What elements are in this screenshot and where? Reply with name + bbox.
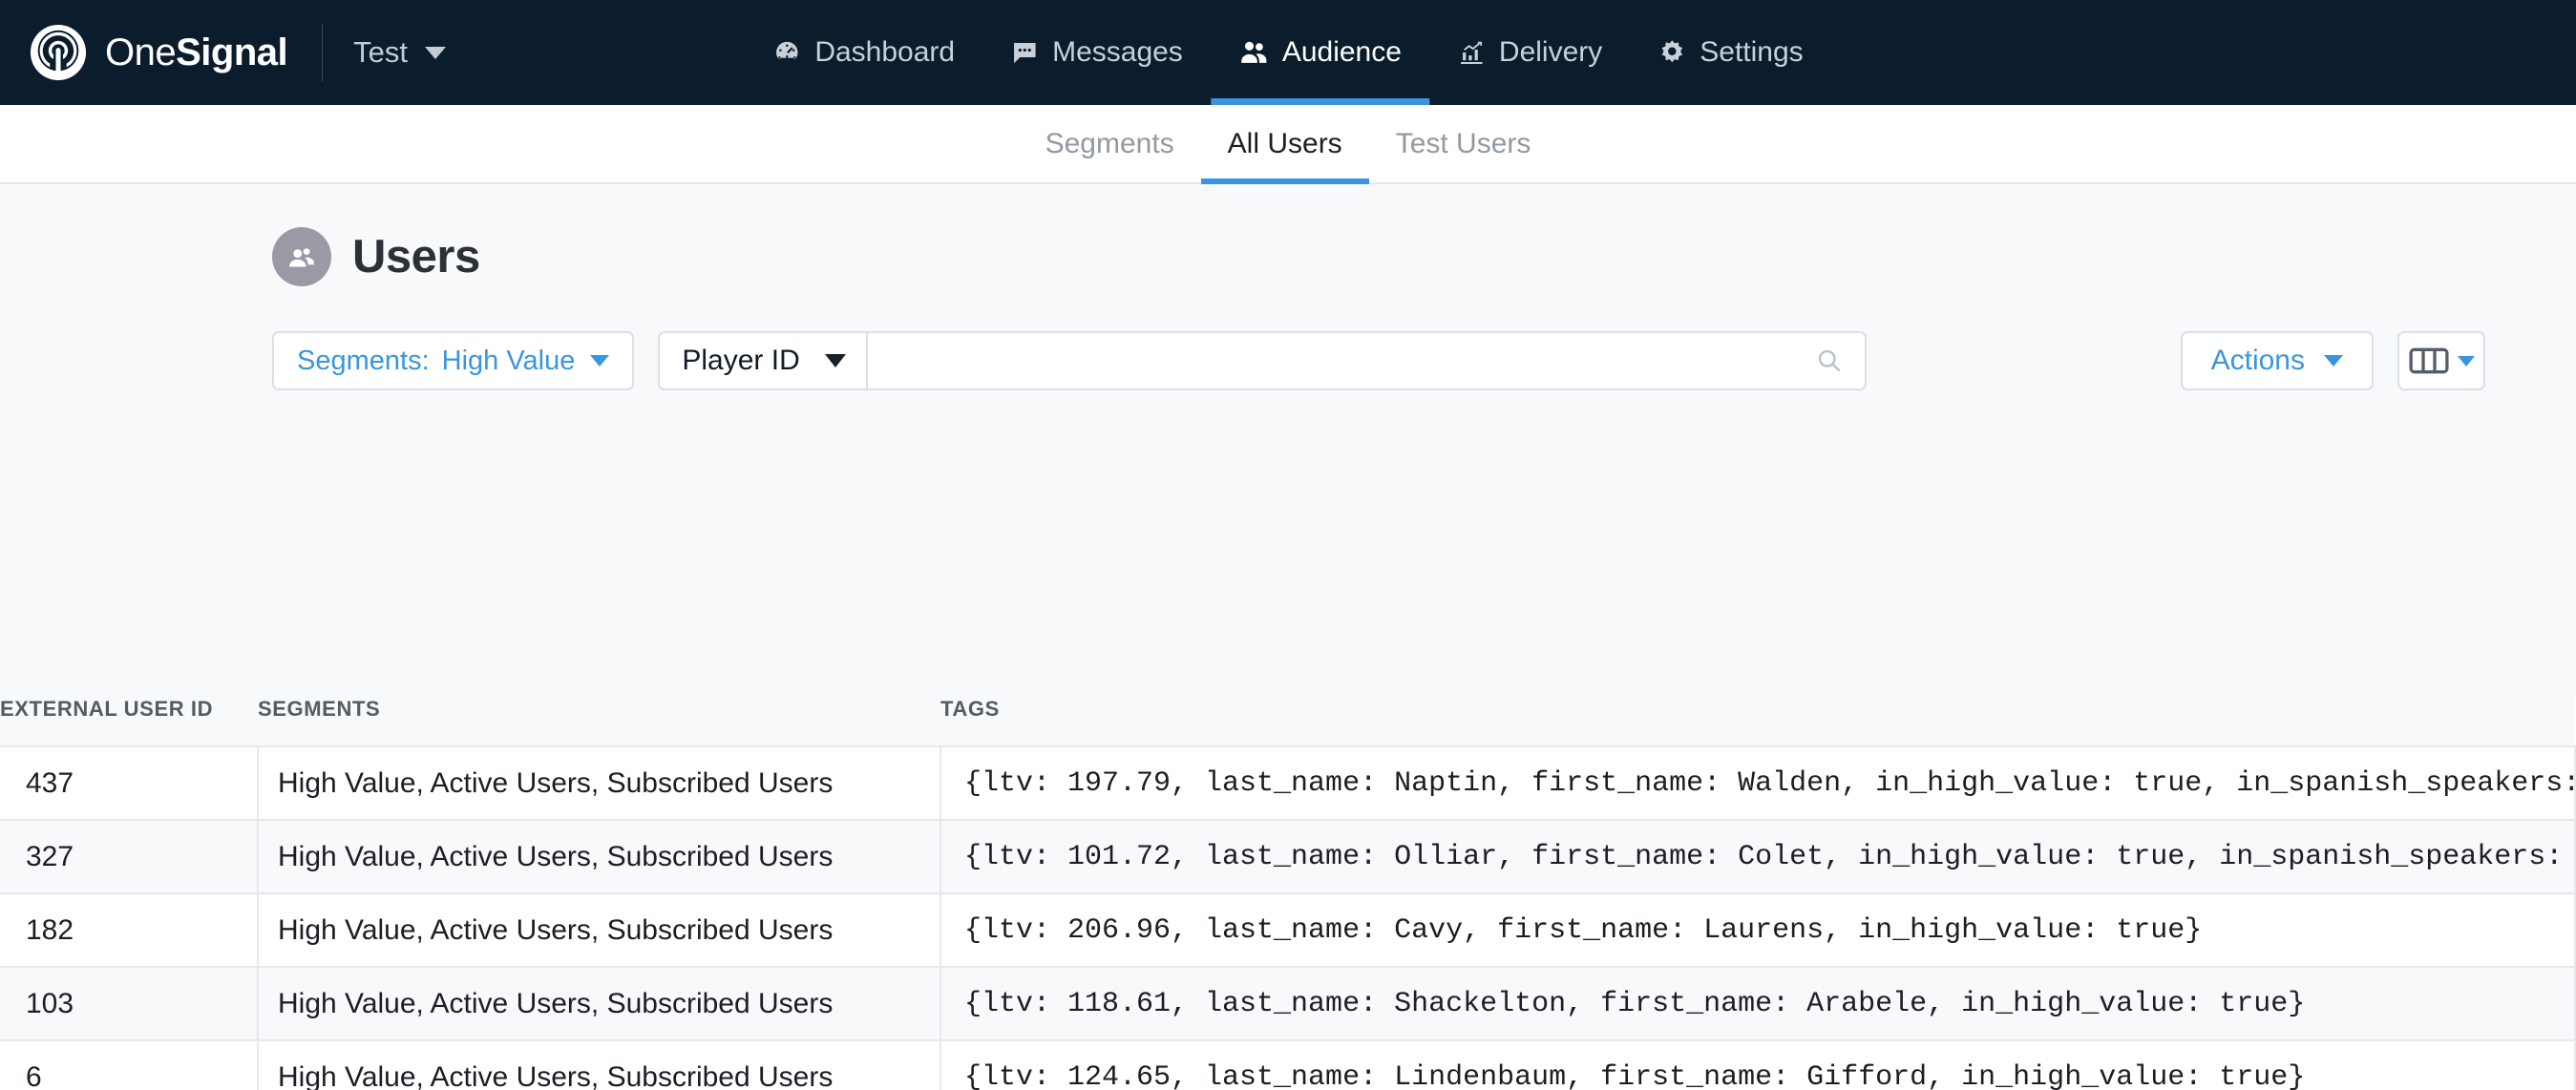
top-navigation-bar: OneSignal Test Dashboard Messages Audien… (0, 0, 2576, 105)
chart-up-icon (1457, 38, 1486, 67)
sub-tab-bar: Segments All Users Test Users (0, 105, 2576, 184)
search-field-select-value: Player ID (682, 345, 800, 376)
tab-segments[interactable]: Segments (1019, 105, 1201, 182)
nav-item-label: Delivery (1498, 36, 1603, 68)
users-table: EXTERNAL USER ID SEGMENTS TAGS 437 High … (0, 697, 2576, 1090)
brand-name-part2: Signal (176, 31, 288, 73)
main-content: Users Segments: High Value Player ID Act… (0, 184, 2576, 697)
gear-icon (1658, 38, 1686, 67)
search-field-select[interactable]: Player ID (658, 331, 866, 390)
users-toolbar: Segments: High Value Player ID Actions (0, 286, 2576, 390)
nav-item-settings[interactable]: Settings (1630, 0, 1830, 105)
cell-external-user-id: 6 (0, 1039, 259, 1090)
cell-tags: {ltv: 118.61, last_name: Shackelton, fir… (940, 966, 2576, 1040)
nav-item-dashboard[interactable]: Dashboard (745, 0, 982, 105)
nav-item-label: Audience (1281, 36, 1402, 68)
cell-tags: {ltv: 101.72, last_name: Olliar, first_n… (940, 819, 2576, 893)
nav-item-delivery[interactable]: Delivery (1429, 0, 1630, 105)
nav-item-messages[interactable]: Messages (982, 0, 1211, 105)
toolbar-right-group: Actions (2180, 331, 2485, 390)
page-header: Users (0, 184, 2576, 286)
columns-icon (2408, 346, 2449, 375)
segments-filter-key: Segments: (297, 345, 430, 376)
columns-button[interactable] (2397, 331, 2485, 390)
nav-item-label: Messages (1052, 36, 1183, 68)
cell-external-user-id: 103 (0, 966, 259, 1040)
segments-filter-button[interactable]: Segments: High Value (272, 331, 635, 390)
cell-external-user-id: 327 (0, 819, 259, 893)
tab-label: Test Users (1395, 127, 1531, 159)
column-header-tags[interactable]: TAGS (940, 697, 2575, 746)
column-header-segments[interactable]: SEGMENTS (258, 697, 940, 746)
column-header-external-user-id[interactable]: EXTERNAL USER ID (0, 697, 258, 746)
cell-segments: High Value, Active Users, Subscribed Use… (258, 745, 941, 820)
tab-all-users[interactable]: All Users (1200, 105, 1369, 184)
table-row[interactable]: 103 High Value, Active Users, Subscribed… (0, 966, 2576, 1040)
caret-down-icon (425, 46, 446, 59)
cell-tags: {ltv: 197.79, last_name: Naptin, first_n… (940, 745, 2576, 820)
cell-tags: {ltv: 124.65, last_name: Lindenbaum, fir… (940, 1039, 2576, 1090)
tab-test-users[interactable]: Test Users (1369, 105, 1558, 182)
users-table-wrapper: EXTERNAL USER ID SEGMENTS TAGS 437 High … (0, 697, 2576, 1090)
cell-external-user-id: 437 (0, 745, 259, 820)
cell-tags: {ltv: 206.96, last_name: Cavy, first_nam… (940, 892, 2576, 967)
nav-item-label: Dashboard (814, 36, 956, 68)
onesignal-logo-icon (29, 23, 88, 82)
app-selector-label: Test (353, 35, 408, 69)
table-row[interactable]: 6 High Value, Active Users, Subscribed U… (0, 1039, 2576, 1090)
brand-divider (322, 24, 324, 81)
table-row[interactable]: 327 High Value, Active Users, Subscribed… (0, 819, 2576, 893)
nav-item-label: Settings (1700, 36, 1804, 68)
search-group: Player ID (658, 331, 1867, 390)
cell-segments: High Value, Active Users, Subscribed Use… (258, 1039, 941, 1090)
cell-segments: High Value, Active Users, Subscribed Use… (258, 966, 941, 1040)
users-table-body: 437 High Value, Active Users, Subscribed… (0, 745, 2576, 1090)
cell-segments: High Value, Active Users, Subscribed Use… (258, 819, 941, 893)
cell-external-user-id: 182 (0, 892, 259, 967)
caret-down-icon (2457, 355, 2475, 367)
segments-filter-value: High Value (441, 345, 576, 376)
cell-segments: High Value, Active Users, Subscribed Use… (258, 892, 941, 967)
brand-name: OneSignal (105, 31, 288, 74)
caret-down-icon (590, 355, 610, 367)
caret-down-icon (824, 354, 846, 367)
users-table-head: EXTERNAL USER ID SEGMENTS TAGS (0, 697, 2575, 746)
gauge-icon (772, 38, 801, 67)
chat-bubble-icon (1010, 38, 1039, 67)
people-icon (1238, 37, 1269, 68)
actions-button[interactable]: Actions (2180, 331, 2374, 390)
table-row[interactable]: 437 High Value, Active Users, Subscribed… (0, 745, 2576, 820)
app-selector[interactable]: Test (353, 35, 446, 70)
brand-name-part1: One (105, 31, 177, 73)
table-row[interactable]: 182 High Value, Active Users, Subscribed… (0, 892, 2576, 967)
search-input-wrapper (865, 331, 1867, 390)
table-header-row: EXTERNAL USER ID SEGMENTS TAGS (0, 697, 2575, 746)
tab-label: All Users (1227, 127, 1342, 159)
users-avatar-icon (272, 227, 331, 286)
brand[interactable]: OneSignal (0, 0, 288, 105)
caret-down-icon (2324, 355, 2343, 367)
search-input[interactable] (867, 333, 1865, 388)
tab-label: Segments (1045, 127, 1174, 159)
primary-nav: Dashboard Messages Audience Delivery Set (745, 0, 1830, 105)
nav-item-audience[interactable]: Audience (1210, 0, 1430, 105)
page-title: Users (352, 231, 480, 283)
actions-button-label: Actions (2210, 345, 2305, 376)
